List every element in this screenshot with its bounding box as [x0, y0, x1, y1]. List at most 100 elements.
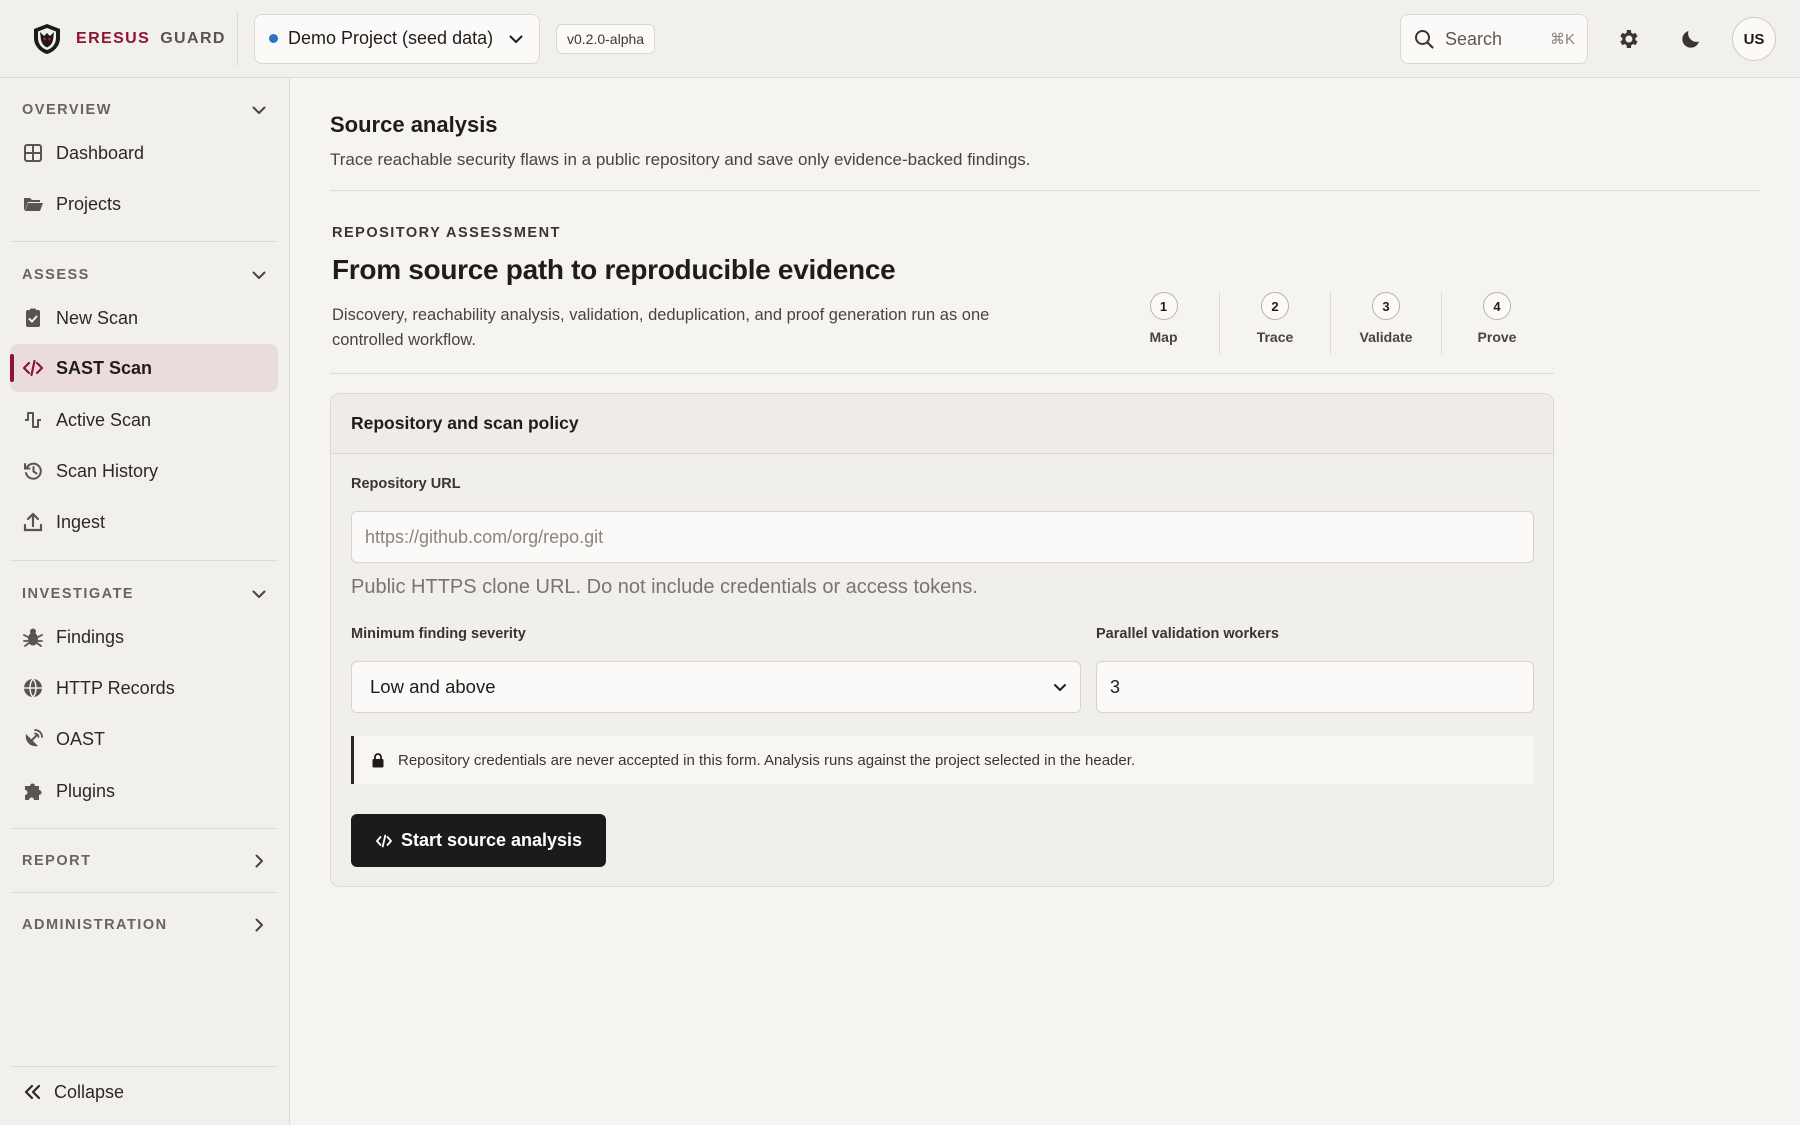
scan-policy-card: Repository and scan policy Repository UR… — [330, 393, 1554, 887]
bug-icon — [23, 628, 43, 647]
lock-icon — [372, 753, 384, 768]
sidebar-item-label: Plugins — [56, 780, 116, 801]
section-assess[interactable]: ASSESS — [22, 263, 268, 287]
step-label: Trace — [1256, 329, 1294, 345]
chevrons-left-icon — [24, 1084, 41, 1100]
sidebar: OVERVIEW Dashboard Projects ASSESS New S… — [0, 78, 290, 1125]
folder-open-icon — [24, 198, 43, 211]
chevron-down-icon — [1054, 684, 1066, 691]
sidebar-item-findings[interactable]: Findings — [10, 613, 278, 661]
search-shortcut: ⌘K — [1549, 31, 1575, 48]
step-number: 3 — [1372, 292, 1400, 320]
version-badge: v0.2.0-alpha — [556, 23, 656, 54]
brand-name-secondary: GUARD — [160, 29, 226, 47]
sidebar-item-oast[interactable]: OAST — [10, 715, 278, 763]
sidebar-item-active-scan[interactable]: Active Scan — [10, 396, 278, 444]
sidebar-item-plugins[interactable]: Plugins — [10, 767, 278, 815]
hero-description: Discovery, reachability analysis, valida… — [332, 306, 990, 349]
moon-icon — [1682, 31, 1699, 48]
section-overview[interactable]: OVERVIEW — [22, 98, 268, 122]
sidebar-item-ingest[interactable]: Ingest — [10, 498, 278, 546]
sidebar-item-label: Findings — [56, 626, 125, 647]
sidebar-item-label: Ingest — [56, 511, 106, 532]
step-number: 2 — [1261, 292, 1289, 320]
section-investigate[interactable]: INVESTIGATE — [22, 582, 268, 606]
globe-icon — [24, 678, 42, 699]
sidebar-divider — [10, 828, 278, 829]
settings-button[interactable] — [1609, 20, 1647, 58]
sidebar-item-dashboard[interactable]: Dashboard — [10, 129, 278, 177]
hero-divider — [330, 373, 1554, 374]
sidebar-divider — [10, 560, 278, 561]
search-button[interactable]: Search ⌘K — [1400, 14, 1588, 64]
workflow-step: 2 Trace — [1219, 292, 1330, 354]
brand[interactable]: ERESUS GUARD — [0, 11, 238, 66]
severity-selected-value: Low and above — [370, 676, 496, 697]
section-title: REPORT — [22, 853, 92, 869]
repo-url-help: Public HTTPS clone URL. Do not include c… — [351, 576, 978, 598]
chevron-down-icon — [252, 106, 266, 114]
sidebar-item-label: OAST — [56, 728, 106, 749]
clipboard-check-icon — [26, 308, 40, 327]
shield-logo-icon — [34, 23, 60, 54]
user-avatar[interactable]: US — [1732, 17, 1776, 61]
brand-name-primary: ERESUS — [76, 29, 151, 47]
section-report[interactable]: REPORT — [22, 849, 268, 873]
sidebar-item-label: HTTP Records — [56, 677, 175, 698]
code-icon — [376, 834, 392, 847]
sidebar-divider — [10, 241, 278, 242]
pulse-icon — [25, 412, 41, 428]
severity-label: Minimum finding severity — [351, 626, 526, 642]
gear-icon — [1620, 30, 1638, 48]
workflow-step: 1 Map — [1108, 292, 1219, 354]
sidebar-item-projects[interactable]: Projects — [10, 180, 278, 228]
start-source-analysis-button[interactable]: Start source analysis — [351, 814, 606, 867]
sidebar-item-scan-history[interactable]: Scan History — [10, 447, 278, 495]
sidebar-item-sast-scan[interactable]: SAST Scan — [10, 344, 278, 392]
severity-select[interactable]: Low and above — [351, 661, 1081, 713]
chevron-right-icon — [255, 854, 263, 868]
sidebar-item-label: Dashboard — [56, 142, 145, 163]
sidebar-divider — [10, 1066, 278, 1067]
upload-icon — [23, 512, 43, 532]
sidebar-item-new-scan[interactable]: New Scan — [10, 294, 278, 342]
satellite-icon — [25, 729, 43, 747]
step-label: Map — [1149, 329, 1178, 345]
repo-url-label: Repository URL — [351, 476, 461, 492]
project-selector[interactable]: Demo Project (seed data) — [254, 13, 540, 64]
theme-toggle-button[interactable] — [1672, 20, 1710, 58]
sidebar-item-label: New Scan — [56, 307, 139, 328]
page-subtitle: Trace reachable security flaws in a publ… — [330, 150, 1031, 169]
project-status-dot — [269, 34, 278, 43]
sidebar-item-http-records[interactable]: HTTP Records — [10, 664, 278, 712]
step-number: 1 — [1149, 292, 1178, 320]
step-number: 4 — [1483, 292, 1511, 320]
credentials-notice: Repository credentials are never accepte… — [351, 736, 1534, 784]
section-title: ADMINISTRATION — [22, 917, 168, 933]
repo-url-input[interactable] — [351, 511, 1534, 563]
history-icon — [24, 462, 42, 480]
chevron-down-icon — [509, 35, 523, 43]
page-divider — [330, 190, 1760, 191]
notice-text: Repository credentials are never accepte… — [398, 751, 1136, 769]
workers-input[interactable] — [1096, 661, 1534, 713]
step-label: Prove — [1477, 329, 1517, 345]
section-title: INVESTIGATE — [22, 586, 135, 602]
section-title: OVERVIEW — [22, 102, 112, 118]
chevron-right-icon — [255, 918, 263, 932]
project-name: Demo Project (seed data) — [288, 28, 494, 48]
start-button-label: Start source analysis — [400, 830, 583, 850]
workflow-steps: 1 Map 2 Trace 3 Validate 4 Prove — [1108, 292, 1552, 354]
workflow-step: 3 Validate — [1330, 292, 1441, 354]
card-title: Repository and scan policy — [351, 413, 579, 433]
sidebar-item-label: Projects — [56, 193, 122, 214]
page-title: Source analysis — [330, 112, 498, 137]
collapse-sidebar-button[interactable]: Collapse — [22, 1081, 124, 1103]
hero-eyebrow: REPOSITORY ASSESSMENT — [332, 225, 561, 241]
workflow-step: 4 Prove — [1441, 292, 1552, 354]
section-administration[interactable]: ADMINISTRATION — [22, 913, 268, 937]
step-label: Validate — [1359, 329, 1413, 345]
chevron-down-icon — [252, 590, 266, 598]
sidebar-item-label: Active Scan — [56, 409, 152, 430]
card-header: Repository and scan policy — [331, 394, 1553, 454]
